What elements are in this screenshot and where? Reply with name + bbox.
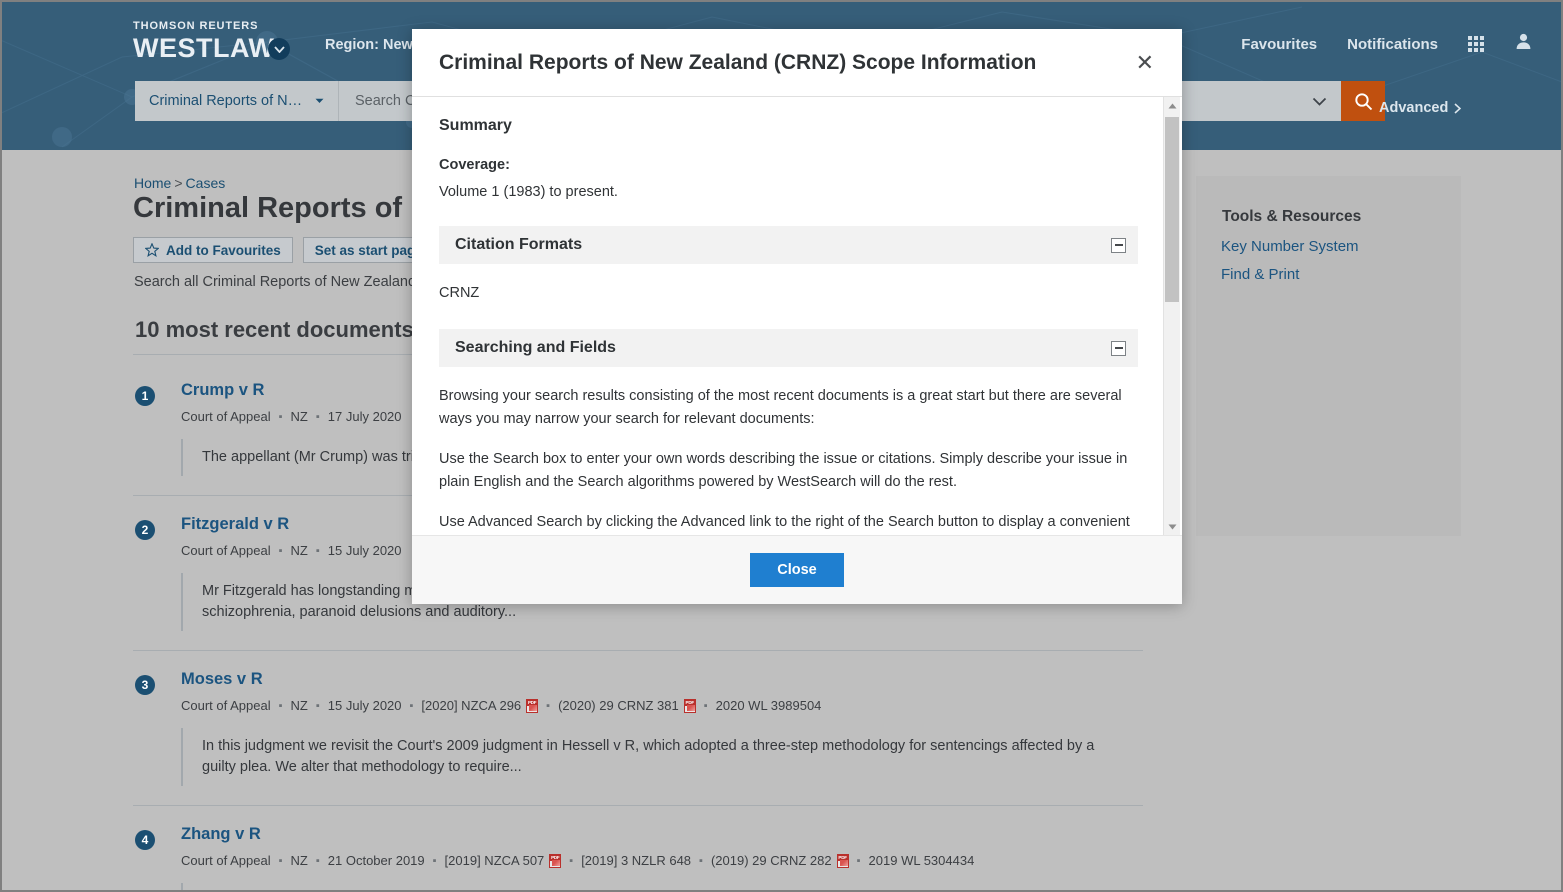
accordion-title: Citation Formats xyxy=(455,236,583,253)
triangle-down-icon[interactable] xyxy=(1164,518,1180,535)
paragraph: Browsing your search results consisting … xyxy=(439,388,1122,427)
thomson-reuters-label: THOMSON REUTERS xyxy=(133,20,259,32)
chevron-down-icon xyxy=(315,98,324,103)
scrollbar-thumb[interactable] xyxy=(1165,117,1179,302)
search-history-chevron-down-icon[interactable] xyxy=(1297,81,1341,121)
summary-heading: Summary xyxy=(439,117,512,134)
search-scope-label: Criminal Reports of N… xyxy=(149,93,303,109)
triangle-up-icon[interactable] xyxy=(1164,97,1180,114)
westlaw-wordmark: WESTLAW xyxy=(133,33,275,63)
app-frame: THOMSON REUTERS WESTLAW Region: New Zeal… xyxy=(2,2,1561,890)
minus-icon[interactable] xyxy=(1111,237,1126,253)
accordion-header-citation-formats[interactable]: Citation Formats xyxy=(439,226,1138,264)
magnifier-icon xyxy=(1354,92,1372,110)
person-icon[interactable] xyxy=(1514,32,1533,56)
nav-item-favourites[interactable]: Favourites xyxy=(1241,36,1317,53)
coverage-value: Volume 1 (1983) to present. xyxy=(439,184,618,200)
westlaw-logo[interactable]: THOMSON REUTERS WESTLAW xyxy=(133,20,274,63)
accordion-title: Searching and Fields xyxy=(455,339,616,356)
dialog-footer: Close xyxy=(412,535,1182,604)
apps-grid-icon[interactable] xyxy=(1468,36,1484,52)
brand-chevron-down-icon[interactable] xyxy=(268,38,290,60)
advanced-search-link[interactable]: Advanced xyxy=(1379,100,1462,116)
dialog-header: Criminal Reports of New Zealand (CRNZ) S… xyxy=(412,29,1182,97)
dialog-title: Criminal Reports of New Zealand (CRNZ) S… xyxy=(439,50,1037,74)
coverage-label: Coverage: xyxy=(439,157,510,173)
close-button[interactable]: Close xyxy=(750,553,844,587)
nav-item-notifications[interactable]: Notifications xyxy=(1347,36,1438,53)
minus-icon[interactable] xyxy=(1111,340,1126,356)
header-nav: Favourites Notifications xyxy=(1241,32,1533,56)
dialog-body: Summary Coverage: Volume 1 (1983) to pre… xyxy=(412,97,1182,535)
accordion-header-searching-and-fields[interactable]: Searching and Fields xyxy=(439,329,1138,367)
chevron-right-icon xyxy=(1454,102,1462,114)
scope-information-dialog: Criminal Reports of New Zealand (CRNZ) S… xyxy=(412,29,1182,604)
search-scope-selector[interactable]: Criminal Reports of N… xyxy=(135,81,339,121)
accordion-body-searching-and-fields: Browsing your search results consisting … xyxy=(439,367,1138,535)
close-icon[interactable]: ✕ xyxy=(1130,48,1160,78)
dialog-scrollbar[interactable] xyxy=(1163,97,1180,535)
paragraph: Use Advanced Search by clicking the Adva… xyxy=(439,514,1130,530)
advanced-search-label: Advanced xyxy=(1379,100,1449,116)
accordion-body-citation-formats: CRNZ xyxy=(439,264,1138,307)
paragraph: Use the Search box to enter your own wor… xyxy=(439,451,1128,490)
citation-format-value: CRNZ xyxy=(439,285,480,301)
